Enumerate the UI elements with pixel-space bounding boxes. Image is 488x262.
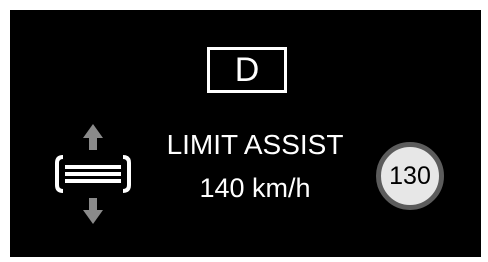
gear-indicator: D [207, 47, 287, 93]
limit-assist-label: LIMIT ASSIST [166, 129, 344, 160]
set-speed-value: 140 km/h [199, 173, 311, 203]
speed-limit-value: 130 [389, 161, 431, 190]
speed-limit-sign-icon: 130 [376, 142, 444, 210]
instrument-cluster-display: D LIMIT ASSIST 140 km/h 130 [10, 10, 481, 257]
limit-assist-icon [55, 124, 131, 224]
